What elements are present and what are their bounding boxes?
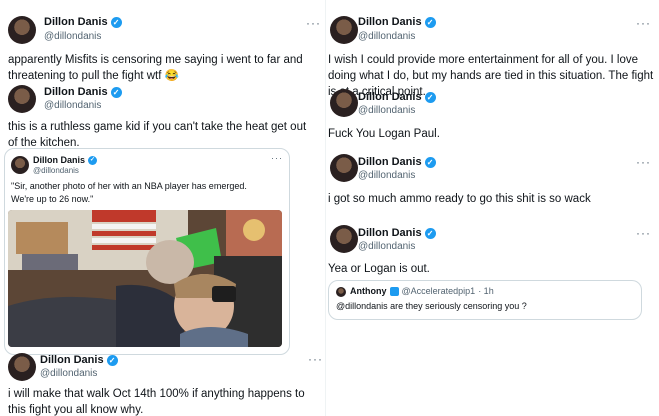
avatar[interactable] [330, 16, 358, 44]
avatar[interactable] [330, 89, 358, 117]
avatar[interactable] [8, 85, 36, 113]
avatar[interactable] [8, 16, 36, 44]
avatar[interactable] [330, 154, 358, 182]
post-text: Yea or Logan is out. [328, 263, 430, 275]
avatar[interactable] [8, 353, 36, 381]
avatar[interactable] [330, 225, 358, 253]
avatar [11, 156, 29, 174]
author-handle[interactable]: @dillondanis [44, 100, 101, 111]
post-text: apparently Misfits is censoring me sayin… [8, 54, 303, 82]
author-name[interactable]: Dillon Danis ✓ [358, 156, 436, 168]
quoted-text: @dillondanis are they seriously censorin… [336, 301, 527, 311]
more-options-icon[interactable]: ··· [636, 226, 651, 240]
left-column: Dillon Danis ✓ @dillondanis ··· apparentl… [0, 0, 326, 416]
avatar [336, 287, 346, 297]
verified-icon: ✓ [424, 91, 436, 103]
verified-icon: ✓ [110, 16, 122, 28]
more-options-icon[interactable]: ··· [306, 16, 321, 30]
post-text: Fuck You Logan Paul. [328, 128, 440, 140]
author-name[interactable]: Dillon Danis ✓ [44, 86, 122, 98]
author-handle: @dillondanis [33, 166, 79, 175]
verified-icon: ✓ [424, 16, 436, 28]
post-text: i got so much ammo ready to go this shit… [328, 193, 591, 205]
more-options-icon[interactable]: ··· [308, 352, 323, 366]
author-name: Dillon Danis ✓ [33, 155, 98, 165]
verified-icon: ✓ [424, 156, 436, 168]
verified-icon: ✓ [424, 227, 436, 239]
post-image[interactable] [8, 210, 282, 347]
author-name: Anthony [350, 286, 387, 296]
author-handle[interactable]: @dillondanis [44, 31, 101, 42]
more-options-icon[interactable]: ··· [271, 153, 283, 163]
author-handle[interactable]: @dillondanis [358, 241, 415, 252]
author-name[interactable]: Dillon Danis ✓ [358, 16, 436, 28]
author-handle[interactable]: @dillondanis [358, 31, 415, 42]
quoted-author: Anthony @Acceleratedpip1 · 1h [350, 286, 494, 296]
verified-icon: ✓ [110, 86, 122, 98]
author-name[interactable]: Dillon Danis ✓ [40, 354, 118, 366]
right-column: Dillon Danis ✓ @dillondanis ··· I wish I … [326, 0, 659, 416]
author-name[interactable]: Dillon Danis ✓ [44, 16, 122, 28]
more-options-icon[interactable]: ··· [636, 155, 651, 169]
post-text: this is a ruthless game kid if you can't… [8, 121, 307, 149]
author-name[interactable]: Dillon Danis ✓ [358, 227, 436, 239]
post-timestamp: · 1h [478, 286, 494, 296]
post-text: i will make that walk Oct 14th 100% if a… [8, 388, 305, 416]
author-name[interactable]: Dillon Danis ✓ [358, 91, 436, 103]
verified-icon [389, 286, 399, 296]
verified-icon: ✓ [106, 354, 118, 366]
more-options-icon[interactable]: ··· [636, 16, 651, 30]
quoted-text: "Sir, another photo of her with an NBA p… [11, 181, 247, 204]
author-handle[interactable]: @dillondanis [358, 105, 415, 116]
quoted-post[interactable]: Anthony @Acceleratedpip1 · 1h @dillondan… [328, 280, 642, 320]
verified-icon: ✓ [88, 155, 98, 165]
office-photo-illustration [8, 210, 282, 347]
author-handle[interactable]: @dillondanis [40, 368, 97, 379]
author-handle: @Acceleratedpip1 [401, 286, 476, 296]
author-handle[interactable]: @dillondanis [358, 170, 415, 181]
